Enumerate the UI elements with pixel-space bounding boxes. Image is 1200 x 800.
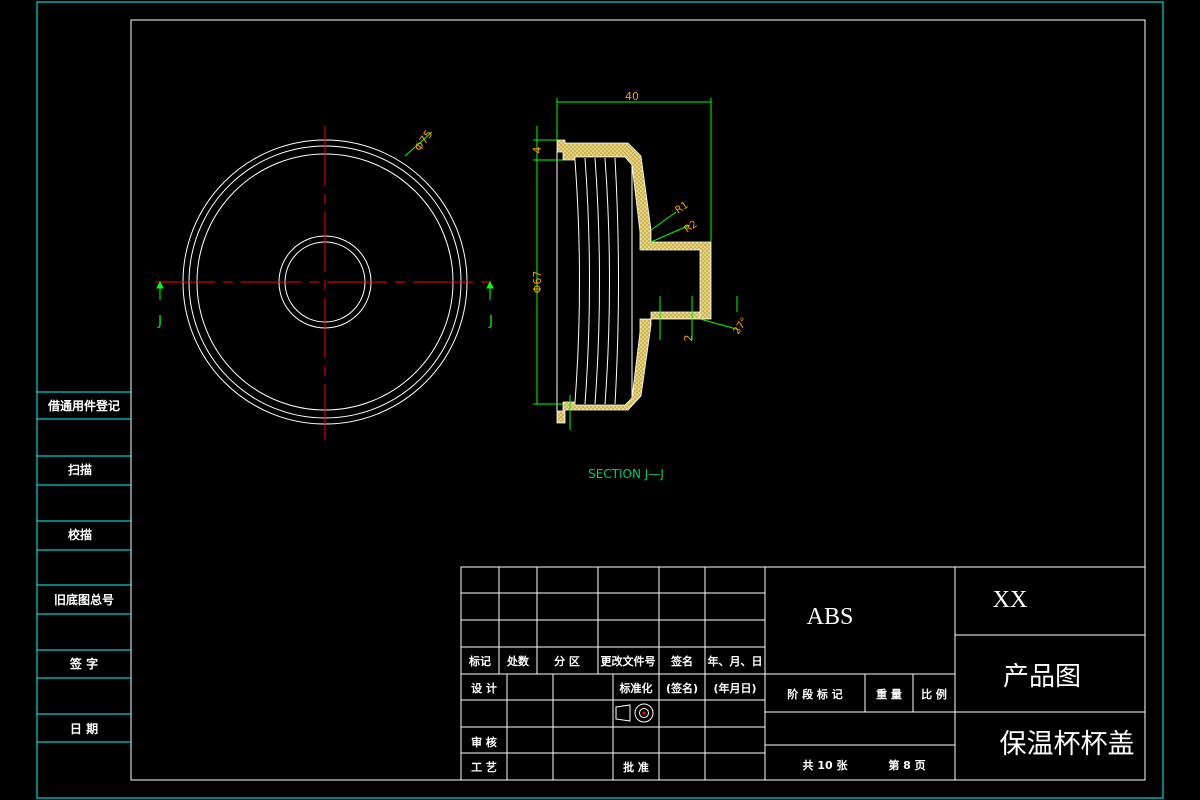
thread-line-4 [604,157,610,405]
section-view: 40 4 Φ67 R1 R2 2 27° SECTION J—J [531,90,751,481]
scale-label: 比 例 [921,687,947,701]
company-name: XX [993,587,1028,613]
outer-frame [36,1,1164,799]
r1-label: R1 [673,200,690,217]
left-panel-old-number: 旧底图总号 [54,592,114,607]
od-dimension-label: Φ75 [412,128,436,154]
sheets-total: 共 10 张 [803,758,849,772]
rev-header-sign: 签名 [670,654,693,668]
thread-line-3 [594,157,600,405]
section-title: SECTION J—J [588,467,664,481]
standardize-label: 标准化 [619,681,653,695]
design-label: 设 计 [471,681,497,695]
left-panel-trace: 校描 [68,527,92,542]
left-panel-date: 日 期 [70,721,98,736]
step-2-label: 2 [682,335,695,342]
projection-symbol-icon [615,703,654,723]
stage-mark-label: 阶 段 标 记 [787,687,843,701]
r1-leader [650,211,677,231]
signature-hint: (签名) [666,681,698,695]
part-name-title: 保温杯杯盖 [1000,729,1135,760]
dim-4-label: 4 [531,147,544,154]
left-panel-register: 借通用件登记 [47,398,120,413]
rev-header-count: 处数 [506,654,530,668]
r2-label: R2 [682,219,699,236]
rev-header-file-no: 更改文件号 [601,654,656,668]
date-hint: (年月日) [713,681,756,695]
rev-header-zone: 分 区 [554,654,580,668]
cad-drawing-sheet: 借通用件登记 扫描 校描 旧底图总号 签 字 日 期 Φ75 J J 40 4 … [36,1,1164,799]
thread-line-2 [584,157,590,405]
angle-27-label: 27° [731,316,750,337]
left-panel-signature: 签 字 [69,656,98,671]
front-view: Φ75 J J [155,126,497,440]
thread-line-5 [614,157,619,405]
approve-label: 批 准 [623,760,649,774]
material-value: ABS [807,604,854,630]
thread-line-1 [574,159,580,403]
rev-header-mark: 标记 [468,654,491,668]
left-side-panel [37,391,131,743]
dim-67-label: Φ67 [531,271,544,294]
cut-mark-right-label: J [488,314,493,329]
process-label: 工 艺 [471,760,497,774]
review-label: 审 核 [471,735,497,749]
dim-40-label: 40 [625,90,639,103]
left-panel-scan: 扫描 [68,462,92,477]
cut-arrow-right-icon [486,280,494,289]
cut-arrow-left-icon [156,280,164,289]
rev-header-date: 年、月、日 [708,654,763,668]
drawing-type-title: 产品图 [1003,662,1081,692]
weight-label: 重 量 [876,687,902,701]
cut-mark-left-label: J [157,314,162,329]
sheet-number: 第 8 页 [888,758,925,772]
